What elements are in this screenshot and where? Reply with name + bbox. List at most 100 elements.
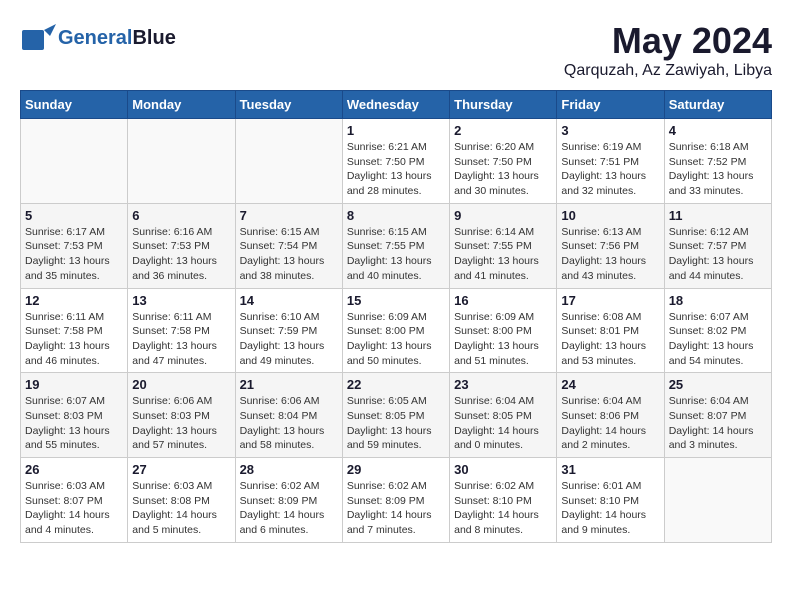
day-info: Sunrise: 6:02 AM Sunset: 8:09 PM Dayligh… <box>240 479 338 538</box>
calendar-header-row: SundayMondayTuesdayWednesdayThursdayFrid… <box>21 91 772 119</box>
day-info: Sunrise: 6:15 AM Sunset: 7:55 PM Dayligh… <box>347 225 445 284</box>
calendar-cell <box>128 119 235 204</box>
calendar-cell: 2Sunrise: 6:20 AM Sunset: 7:50 PM Daylig… <box>450 119 557 204</box>
calendar-week-row: 5 Sunrise: 6:17 AM Sunset: 7:53 PM Daylig… <box>21 203 772 288</box>
day-info: Sunrise: 6:10 AM Sunset: 7:59 PM Dayligh… <box>240 310 338 369</box>
day-info: Sunrise: 6:07 AM Sunset: 8:03 PM Dayligh… <box>25 394 123 453</box>
day-number: 30 <box>454 462 552 477</box>
day-number: 5 <box>25 208 123 223</box>
calendar-cell: 12 Sunrise: 6:11 AM Sunset: 7:58 PM Dayli… <box>21 288 128 373</box>
day-info: Sunrise: 6:11 AM Sunset: 7:58 PM Dayligh… <box>132 310 230 369</box>
calendar-cell: 21 Sunrise: 6:06 AM Sunset: 8:04 PM Dayli… <box>235 373 342 458</box>
calendar-cell: 31Sunrise: 6:01 AM Sunset: 8:10 PM Dayli… <box>557 458 664 543</box>
day-number: 17 <box>561 293 659 308</box>
day-number: 13 <box>132 293 230 308</box>
day-info: Sunrise: 6:06 AM Sunset: 8:04 PM Dayligh… <box>240 394 338 453</box>
weekday-header: Sunday <box>21 91 128 119</box>
day-info: Sunrise: 6:15 AM Sunset: 7:54 PM Dayligh… <box>240 225 338 284</box>
calendar-table: SundayMondayTuesdayWednesdayThursdayFrid… <box>20 90 772 543</box>
day-number: 11 <box>669 208 767 223</box>
calendar-cell <box>235 119 342 204</box>
day-number: 26 <box>25 462 123 477</box>
calendar-cell: 20 Sunrise: 6:06 AM Sunset: 8:03 PM Dayli… <box>128 373 235 458</box>
calendar-cell: 15 Sunrise: 6:09 AM Sunset: 8:00 PM Dayli… <box>342 288 449 373</box>
logo: GeneralBlue <box>20 20 176 56</box>
calendar-cell: 18 Sunrise: 6:07 AM Sunset: 8:02 PM Dayli… <box>664 288 771 373</box>
day-info: Sunrise: 6:03 AM Sunset: 8:07 PM Dayligh… <box>25 479 123 538</box>
calendar-cell: 14 Sunrise: 6:10 AM Sunset: 7:59 PM Dayli… <box>235 288 342 373</box>
day-number: 22 <box>347 377 445 392</box>
day-info: Sunrise: 6:08 AM Sunset: 8:01 PM Dayligh… <box>561 310 659 369</box>
day-info: Sunrise: 6:20 AM Sunset: 7:50 PM Dayligh… <box>454 140 552 199</box>
day-number: 23 <box>454 377 552 392</box>
calendar-cell <box>664 458 771 543</box>
day-info: Sunrise: 6:04 AM Sunset: 8:05 PM Dayligh… <box>454 394 552 453</box>
calendar-cell: 22 Sunrise: 6:05 AM Sunset: 8:05 PM Dayli… <box>342 373 449 458</box>
calendar-week-row: 12 Sunrise: 6:11 AM Sunset: 7:58 PM Dayli… <box>21 288 772 373</box>
calendar-cell: 4 Sunrise: 6:18 AM Sunset: 7:52 PM Daylig… <box>664 119 771 204</box>
calendar-cell: 25 Sunrise: 6:04 AM Sunset: 8:07 PM Dayli… <box>664 373 771 458</box>
title-block: May 2024 Qarquzah, Az Zawiyah, Libya <box>564 20 772 80</box>
day-info: Sunrise: 6:09 AM Sunset: 8:00 PM Dayligh… <box>347 310 445 369</box>
day-number: 1 <box>347 123 445 138</box>
day-number: 15 <box>347 293 445 308</box>
day-number: 8 <box>347 208 445 223</box>
day-number: 21 <box>240 377 338 392</box>
day-number: 28 <box>240 462 338 477</box>
day-info: Sunrise: 6:07 AM Sunset: 8:02 PM Dayligh… <box>669 310 767 369</box>
day-info: Sunrise: 6:02 AM Sunset: 8:09 PM Dayligh… <box>347 479 445 538</box>
day-info: Sunrise: 6:03 AM Sunset: 8:08 PM Dayligh… <box>132 479 230 538</box>
day-number: 14 <box>240 293 338 308</box>
calendar-cell: 5 Sunrise: 6:17 AM Sunset: 7:53 PM Daylig… <box>21 203 128 288</box>
calendar-cell: 6 Sunrise: 6:16 AM Sunset: 7:53 PM Daylig… <box>128 203 235 288</box>
day-info: Sunrise: 6:12 AM Sunset: 7:57 PM Dayligh… <box>669 225 767 284</box>
day-info: Sunrise: 6:19 AM Sunset: 7:51 PM Dayligh… <box>561 140 659 199</box>
calendar-cell: 24Sunrise: 6:04 AM Sunset: 8:06 PM Dayli… <box>557 373 664 458</box>
day-number: 31 <box>561 462 659 477</box>
day-number: 20 <box>132 377 230 392</box>
day-info: Sunrise: 6:05 AM Sunset: 8:05 PM Dayligh… <box>347 394 445 453</box>
weekday-header: Saturday <box>664 91 771 119</box>
weekday-header: Monday <box>128 91 235 119</box>
day-number: 9 <box>454 208 552 223</box>
weekday-header: Wednesday <box>342 91 449 119</box>
calendar-cell: 1Sunrise: 6:21 AM Sunset: 7:50 PM Daylig… <box>342 119 449 204</box>
day-info: Sunrise: 6:06 AM Sunset: 8:03 PM Dayligh… <box>132 394 230 453</box>
calendar-cell: 19 Sunrise: 6:07 AM Sunset: 8:03 PM Dayli… <box>21 373 128 458</box>
day-number: 12 <box>25 293 123 308</box>
day-number: 6 <box>132 208 230 223</box>
page-header: GeneralBlue May 2024 Qarquzah, Az Zawiya… <box>20 20 772 80</box>
calendar-cell: 10 Sunrise: 6:13 AM Sunset: 7:56 PM Dayli… <box>557 203 664 288</box>
day-info: Sunrise: 6:16 AM Sunset: 7:53 PM Dayligh… <box>132 225 230 284</box>
day-number: 24 <box>561 377 659 392</box>
calendar-cell: 30 Sunrise: 6:02 AM Sunset: 8:10 PM Dayli… <box>450 458 557 543</box>
calendar-cell: 13 Sunrise: 6:11 AM Sunset: 7:58 PM Dayli… <box>128 288 235 373</box>
calendar-cell: 17 Sunrise: 6:08 AM Sunset: 8:01 PM Dayli… <box>557 288 664 373</box>
calendar-week-row: 19 Sunrise: 6:07 AM Sunset: 8:03 PM Dayli… <box>21 373 772 458</box>
day-info: Sunrise: 6:17 AM Sunset: 7:53 PM Dayligh… <box>25 225 123 284</box>
day-number: 7 <box>240 208 338 223</box>
day-info: Sunrise: 6:09 AM Sunset: 8:00 PM Dayligh… <box>454 310 552 369</box>
day-number: 19 <box>25 377 123 392</box>
day-info: Sunrise: 6:18 AM Sunset: 7:52 PM Dayligh… <box>669 140 767 199</box>
day-info: Sunrise: 6:04 AM Sunset: 8:07 PM Dayligh… <box>669 394 767 453</box>
day-info: Sunrise: 6:02 AM Sunset: 8:10 PM Dayligh… <box>454 479 552 538</box>
calendar-week-row: 1Sunrise: 6:21 AM Sunset: 7:50 PM Daylig… <box>21 119 772 204</box>
calendar-cell: 16Sunrise: 6:09 AM Sunset: 8:00 PM Dayli… <box>450 288 557 373</box>
calendar-cell: 11 Sunrise: 6:12 AM Sunset: 7:57 PM Dayli… <box>664 203 771 288</box>
weekday-header: Thursday <box>450 91 557 119</box>
day-number: 18 <box>669 293 767 308</box>
day-number: 25 <box>669 377 767 392</box>
calendar-cell: 9Sunrise: 6:14 AM Sunset: 7:55 PM Daylig… <box>450 203 557 288</box>
calendar-cell: 28 Sunrise: 6:02 AM Sunset: 8:09 PM Dayli… <box>235 458 342 543</box>
day-number: 10 <box>561 208 659 223</box>
day-number: 4 <box>669 123 767 138</box>
calendar-cell: 3 Sunrise: 6:19 AM Sunset: 7:51 PM Daylig… <box>557 119 664 204</box>
day-info: Sunrise: 6:13 AM Sunset: 7:56 PM Dayligh… <box>561 225 659 284</box>
month-title: May 2024 <box>564 20 772 62</box>
day-number: 3 <box>561 123 659 138</box>
day-info: Sunrise: 6:11 AM Sunset: 7:58 PM Dayligh… <box>25 310 123 369</box>
weekday-header: Tuesday <box>235 91 342 119</box>
calendar-body: 1Sunrise: 6:21 AM Sunset: 7:50 PM Daylig… <box>21 119 772 543</box>
calendar-week-row: 26 Sunrise: 6:03 AM Sunset: 8:07 PM Dayli… <box>21 458 772 543</box>
